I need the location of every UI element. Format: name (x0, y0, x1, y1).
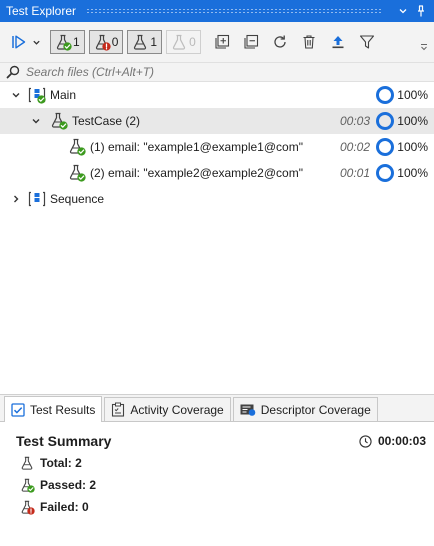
coverage-percent: 100% (397, 88, 428, 102)
summary-total-row: Total: 2 (20, 456, 82, 470)
test-tree: Main 100% TestCase (2) 00:03 100% (1) em… (0, 82, 434, 394)
failed-filter-toggle[interactable]: 0 (88, 30, 124, 54)
coverage-ring-icon (376, 164, 394, 182)
search-icon (6, 65, 20, 79)
tab-activity-coverage[interactable]: Activity Coverage (104, 397, 231, 421)
tab-label: Test Results (30, 402, 96, 417)
coverage-percent: 100% (397, 166, 428, 180)
filter-button[interactable] (356, 30, 378, 54)
test-suite-icon (28, 190, 46, 208)
test-summary-panel: Test Summary 00:00:03 Total: 2 Passed: 2… (0, 422, 434, 546)
refresh-button[interactable] (269, 30, 291, 54)
not-run-filter-toggle[interactable]: 1 (127, 30, 163, 54)
coverage-ring-icon (376, 138, 394, 156)
summary-time-value: 00:00:03 (377, 434, 426, 448)
expand-all-button[interactable] (211, 30, 233, 54)
summary-passed-value: 2 (89, 478, 97, 492)
duration: 00:02 (339, 140, 370, 154)
failed-count: 0 (111, 35, 119, 49)
not-run-flask-icon (132, 34, 148, 50)
duration: 00:01 (339, 166, 370, 180)
tree-row-sequence[interactable]: Sequence (0, 186, 434, 212)
summary-failed-value: 0 (82, 500, 89, 514)
not-run-count: 1 (150, 35, 158, 49)
collapse-all-icon (244, 34, 258, 49)
refresh-icon (274, 35, 286, 48)
tab-label: Activity Coverage (130, 402, 224, 417)
tree-row-iteration-1[interactable]: (1) email: "example1@example1@com" 00:02… (0, 134, 434, 160)
tab-label: Descriptor Coverage (260, 402, 371, 417)
test-case-passed-icon (50, 112, 68, 130)
summary-total-value: 2 (75, 456, 82, 470)
passed-filter-toggle[interactable]: 1 (50, 30, 85, 54)
flask-icon (20, 456, 34, 470)
skipped-flask-icon (172, 34, 186, 50)
failed-flask-icon (94, 34, 110, 50)
run-tests-button[interactable] (8, 30, 44, 54)
test-iteration-passed-icon (68, 138, 86, 156)
skipped-filter-toggle[interactable]: 0 (166, 30, 201, 54)
summary-time: 00:00:03 (359, 434, 426, 448)
expand-chevron-down-icon[interactable] (10, 89, 22, 101)
run-dropdown-chevron-down-icon (33, 40, 40, 45)
panel-tabs: Test Results Activity Coverage Descripto… (0, 395, 434, 422)
summary-failed-label: Failed: (40, 500, 79, 514)
tab-descriptor-coverage[interactable]: Descriptor Coverage (232, 397, 378, 421)
tree-row-label: (2) email: "example2@example2@com" (90, 166, 303, 180)
coverage-percent: 100% (397, 140, 428, 154)
summary-title: Test Summary (16, 433, 112, 449)
title-grip[interactable] (86, 8, 382, 14)
passed-count: 1 (73, 35, 80, 49)
duration: 00:03 (339, 114, 370, 128)
collapse-all-button[interactable] (240, 30, 262, 54)
descriptor-icon (240, 404, 256, 416)
export-button[interactable] (327, 30, 349, 54)
tree-row-label: (1) email: "example1@example1@com" (90, 140, 303, 154)
window-menu-chevron-down-icon[interactable] (396, 4, 410, 18)
test-iteration-passed-icon (68, 164, 86, 182)
tree-row-iteration-2[interactable]: (2) email: "example2@example2@com" 00:01… (0, 160, 434, 186)
summary-passed-row: Passed: 2 (20, 478, 96, 492)
expand-chevron-right-icon[interactable] (10, 193, 22, 205)
expand-chevron-down-icon[interactable] (30, 115, 42, 127)
test-suite-passed-icon (28, 86, 46, 104)
coverage-ring-icon (376, 86, 394, 104)
search-bar (0, 62, 434, 82)
trash-icon (303, 35, 315, 49)
delete-button[interactable] (298, 30, 320, 54)
coverage-ring-icon (376, 112, 394, 130)
tree-row-main[interactable]: Main 100% (0, 82, 434, 108)
tree-row-label: Main (50, 88, 77, 102)
summary-total-label: Total: (40, 456, 72, 470)
run-all-icon (12, 35, 26, 49)
tree-row-label: Sequence (50, 192, 105, 206)
passed-flask-icon (20, 478, 34, 492)
summary-passed-label: Passed: (40, 478, 87, 492)
passed-flask-icon (55, 34, 71, 50)
search-input[interactable] (26, 65, 406, 79)
pin-icon[interactable] (414, 4, 428, 18)
filter-icon (359, 35, 374, 49)
summary-failed-row: Failed: 0 (20, 500, 89, 514)
expand-all-icon (215, 34, 229, 49)
clipboard-icon (112, 402, 125, 417)
toolbar-overflow-icon[interactable] (420, 40, 428, 54)
coverage-percent: 100% (397, 114, 428, 128)
tab-test-results[interactable]: Test Results (4, 396, 103, 422)
window-title: Test Explorer (6, 4, 77, 18)
toolbar: 1 0 1 0 (0, 22, 434, 62)
title-bar: Test Explorer (0, 0, 434, 22)
skipped-count: 0 (189, 35, 196, 49)
tree-row-testcase[interactable]: TestCase (2) 00:03 100% (0, 108, 434, 134)
upload-icon (332, 36, 344, 49)
failed-flask-icon (20, 500, 34, 514)
checkbox-icon (11, 402, 25, 417)
tree-row-label: TestCase (2) (72, 114, 141, 128)
clock-icon (359, 434, 372, 448)
